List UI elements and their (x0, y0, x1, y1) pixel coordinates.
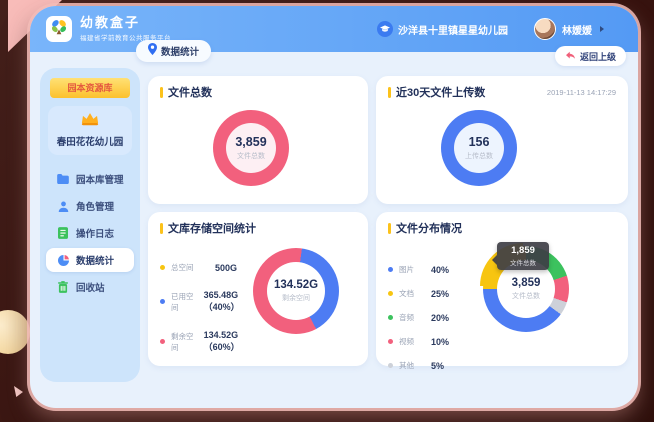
tab-data-statistics[interactable]: 数据统计 (136, 40, 211, 62)
title-marker (388, 223, 391, 234)
crown-icon (48, 112, 132, 131)
distribution-total-value: 3,859 (512, 277, 541, 289)
legend-row: 已用空间 365.48G（40%） (160, 290, 253, 313)
donut-distribution: 3,859 文件总数 1,859 文件总数 (483, 246, 569, 332)
user-avatar (534, 18, 556, 40)
title-marker (388, 87, 391, 98)
decor-cream-ball (0, 310, 30, 354)
title-marker (160, 87, 163, 98)
legend-dot (388, 291, 393, 296)
legend-dot (160, 299, 165, 304)
log-doc-icon (57, 227, 69, 239)
legend-row: 图片 40% (388, 264, 483, 275)
sidebar-item-label: 数据统计 (76, 253, 114, 267)
sidebar-badge: 园本资源库 (50, 78, 130, 98)
chart-tooltip: 1,859 文件总数 (497, 242, 549, 270)
school-selector[interactable]: 沙洋县十里镇星星幼儿园 (377, 21, 508, 37)
legend-row: 视频 10% (388, 336, 483, 347)
trash-icon (57, 281, 69, 293)
back-arrow-icon (565, 47, 576, 65)
legend-row: 音频 20% (388, 312, 483, 323)
app-title: 幼教盒子 (80, 16, 171, 30)
pinwheel-logo-icon (50, 18, 68, 41)
graduation-cap-icon (377, 21, 393, 37)
card-distribution: 文件分布情况 图片 40% 文档 25% 音频 (376, 212, 628, 366)
card-total-files: 文件总数 3,859 文件总数 (148, 76, 368, 204)
decor-pink-speck (14, 386, 23, 397)
sidebar-item-label: 园本库管理 (76, 172, 124, 186)
sidebar-item-logs[interactable]: 操作日志 (46, 221, 134, 245)
legend-dot (388, 339, 393, 344)
legend-dot (388, 315, 393, 320)
folder-icon (57, 174, 69, 184)
header-right: 沙洋县十里镇星星幼儿园 林媛媛 (377, 18, 604, 40)
card-recent-uploads: 近30天文件上传数 2019-11-13 14:17:29 156 上传总数 (376, 76, 628, 204)
legend-dot (160, 339, 165, 344)
app-window: 幼教盒子 福建省学前教育公共服务平台 沙洋县十里镇星星幼儿园 林媛媛 (30, 6, 638, 408)
distribution-total-label: 文件总数 (512, 291, 540, 301)
app-logo (46, 16, 72, 42)
user-menu[interactable]: 林媛媛 (534, 18, 604, 40)
pie-chart-icon (57, 255, 69, 266)
title-marker (160, 223, 163, 234)
sidebar-school-block: 春田花花幼儿园 (48, 106, 132, 155)
location-pin-icon (148, 42, 157, 60)
cards-grid: 文件总数 3,859 文件总数 近30天文件上传数 2019-11-13 14:… (148, 76, 628, 366)
legend-dot (388, 363, 393, 368)
school-name: 沙洋县十里镇星星幼儿园 (398, 22, 508, 37)
tab-label: 数据统计 (161, 44, 199, 58)
brand-text: 幼教盒子 福建省学前教育公共服务平台 (80, 16, 171, 42)
sidebar-item-library[interactable]: 园本库管理 (46, 167, 134, 191)
person-icon (57, 201, 69, 212)
legend-dot (160, 265, 165, 270)
legend-dot (388, 267, 393, 272)
sidebar-item-label: 角色管理 (76, 199, 114, 213)
total-files-label: 文件总数 (237, 151, 265, 161)
card-storage: 文库存储空间统计 总空间 500G 已用空间 365.48G（40%） (148, 212, 368, 366)
donut-storage: 134.52G 剩余空间 (253, 248, 339, 334)
sidebar-item-roles[interactable]: 角色管理 (46, 194, 134, 218)
storage-remaining-label: 剩余空间 (282, 293, 310, 303)
legend-row: 其他 5% (388, 360, 483, 371)
sidebar-menu: 园本库管理 角色管理 (40, 167, 140, 299)
donut-total-files: 3,859 文件总数 (213, 110, 289, 186)
chevron-right-icon (600, 26, 604, 32)
legend-row: 文档 25% (388, 288, 483, 299)
legend-row: 总空间 500G (160, 262, 253, 273)
legend-row: 剩余空间 134.52G（60%） (160, 330, 253, 353)
timestamp: 2019-11-13 14:17:29 (547, 88, 616, 97)
storage-legend: 总空间 500G 已用空间 365.48G（40%） 剩余空间 134.52G（… (160, 234, 253, 353)
back-button[interactable]: 返回上级 (555, 46, 626, 66)
sidebar-item-label: 回收站 (76, 280, 105, 294)
sidebar-item-label: 操作日志 (76, 226, 114, 240)
user-name: 林媛媛 (562, 22, 592, 37)
uploads-label: 上传总数 (465, 151, 493, 161)
storage-remaining-value: 134.52G (274, 279, 318, 291)
sidebar-item-recycle[interactable]: 回收站 (46, 275, 134, 299)
sidebar-school-name: 春田花花幼儿园 (48, 134, 132, 148)
distribution-legend: 图片 40% 文档 25% 音频 20% 视频 (388, 234, 483, 371)
uploads-value: 156 (469, 135, 490, 149)
sidebar: 园本资源库 春田花花幼儿园 园本库管理 (40, 68, 140, 382)
back-label: 返回上级 (580, 50, 616, 63)
total-files-value: 3,859 (235, 135, 266, 149)
donut-recent-uploads: 156 上传总数 (441, 110, 517, 186)
app-header: 幼教盒子 福建省学前教育公共服务平台 沙洋县十里镇星星幼儿园 林媛媛 (30, 6, 638, 52)
card-title: 近30天文件上传数 (396, 84, 485, 100)
sidebar-item-statistics[interactable]: 数据统计 (46, 248, 134, 272)
card-title: 文件总数 (168, 84, 212, 100)
